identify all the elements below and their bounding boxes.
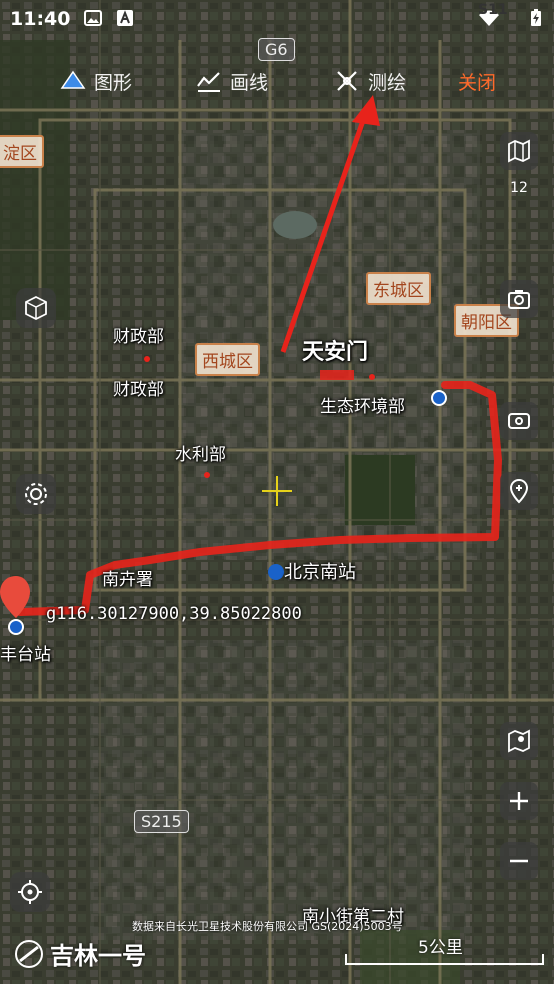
road-shield-g6: G6	[258, 38, 295, 61]
map-marker-icon	[508, 729, 530, 753]
battery-icon	[531, 9, 541, 26]
locate-me-button[interactable]	[10, 872, 50, 912]
app-logo: 吉林一号	[14, 936, 146, 971]
poi-label-station: 北京南站	[268, 558, 356, 584]
crosshair-icon	[18, 880, 42, 904]
district-label: 东城区	[366, 272, 431, 305]
shape-tool-button[interactable]: 图形	[60, 58, 132, 104]
coordinate-readout: g116.30127900,39.85022800	[46, 604, 302, 624]
draw-line-tool-button[interactable]: 画线	[196, 58, 268, 104]
camera-icon	[508, 290, 530, 309]
poi-label: 天安门	[302, 340, 369, 365]
plus-icon	[510, 792, 528, 810]
poi-label: 丰台站	[0, 645, 51, 665]
line-chart-icon	[197, 72, 220, 92]
triangle-icon	[60, 70, 86, 89]
gear-icon	[25, 483, 47, 505]
poi-label: 财政部	[113, 380, 164, 400]
district-label: 西城区	[195, 343, 260, 376]
cube-3d-icon	[25, 295, 47, 321]
app-notification-icon	[117, 10, 133, 26]
3d-view-button[interactable]	[16, 288, 56, 328]
district-label: 淀区	[0, 135, 44, 168]
location-pin-button[interactable]	[500, 472, 538, 510]
zoom-level: 12	[510, 180, 528, 196]
image-notification-icon	[84, 10, 102, 26]
close-label: 关闭	[458, 71, 497, 94]
panorama-button[interactable]	[500, 402, 538, 440]
shape-tool-label: 图形	[94, 71, 133, 94]
poi-label: 生态环境部	[320, 397, 405, 417]
survey-tool-button[interactable]: 测绘	[334, 58, 406, 104]
logo-text: 吉林一号	[50, 942, 146, 970]
status-time: 11:40	[10, 8, 71, 30]
location-pin-icon	[509, 478, 529, 504]
poi-label: 财政部	[113, 327, 164, 347]
map-layers-button[interactable]	[500, 132, 538, 170]
satellite-map[interactable]	[0, 0, 554, 984]
rail-station-icon	[268, 564, 284, 580]
map-copyright: 数据来自长光卫星技术股份有限公司 GS(2024)5003号	[132, 920, 403, 933]
draw-line-tool-label: 画线	[230, 71, 269, 94]
status-bar: 11:40 S11	[0, 0, 554, 38]
minus-icon	[510, 859, 528, 863]
map-marker-button[interactable]	[500, 722, 538, 760]
map-icon	[508, 139, 530, 163]
settings-button[interactable]	[16, 474, 56, 514]
poi-label: 水利部	[175, 445, 226, 465]
poi-label: 南卉署	[102, 570, 153, 590]
road-shield-s215: S215	[134, 810, 189, 833]
satellite-logo-icon	[15, 939, 43, 968]
zoom-in-button[interactable]	[500, 782, 538, 820]
ruler-pen-icon	[337, 71, 357, 91]
survey-tool-label: 测绘	[368, 71, 407, 94]
sim-label: S11	[478, 2, 508, 18]
zoom-out-button[interactable]	[500, 842, 538, 880]
camera-button[interactable]	[500, 280, 538, 318]
close-button[interactable]: 关闭	[458, 58, 496, 104]
map-toolbar: 图形 画线 测绘 关闭	[0, 58, 554, 104]
scale-bar	[345, 954, 544, 965]
panorama-icon	[508, 413, 530, 429]
